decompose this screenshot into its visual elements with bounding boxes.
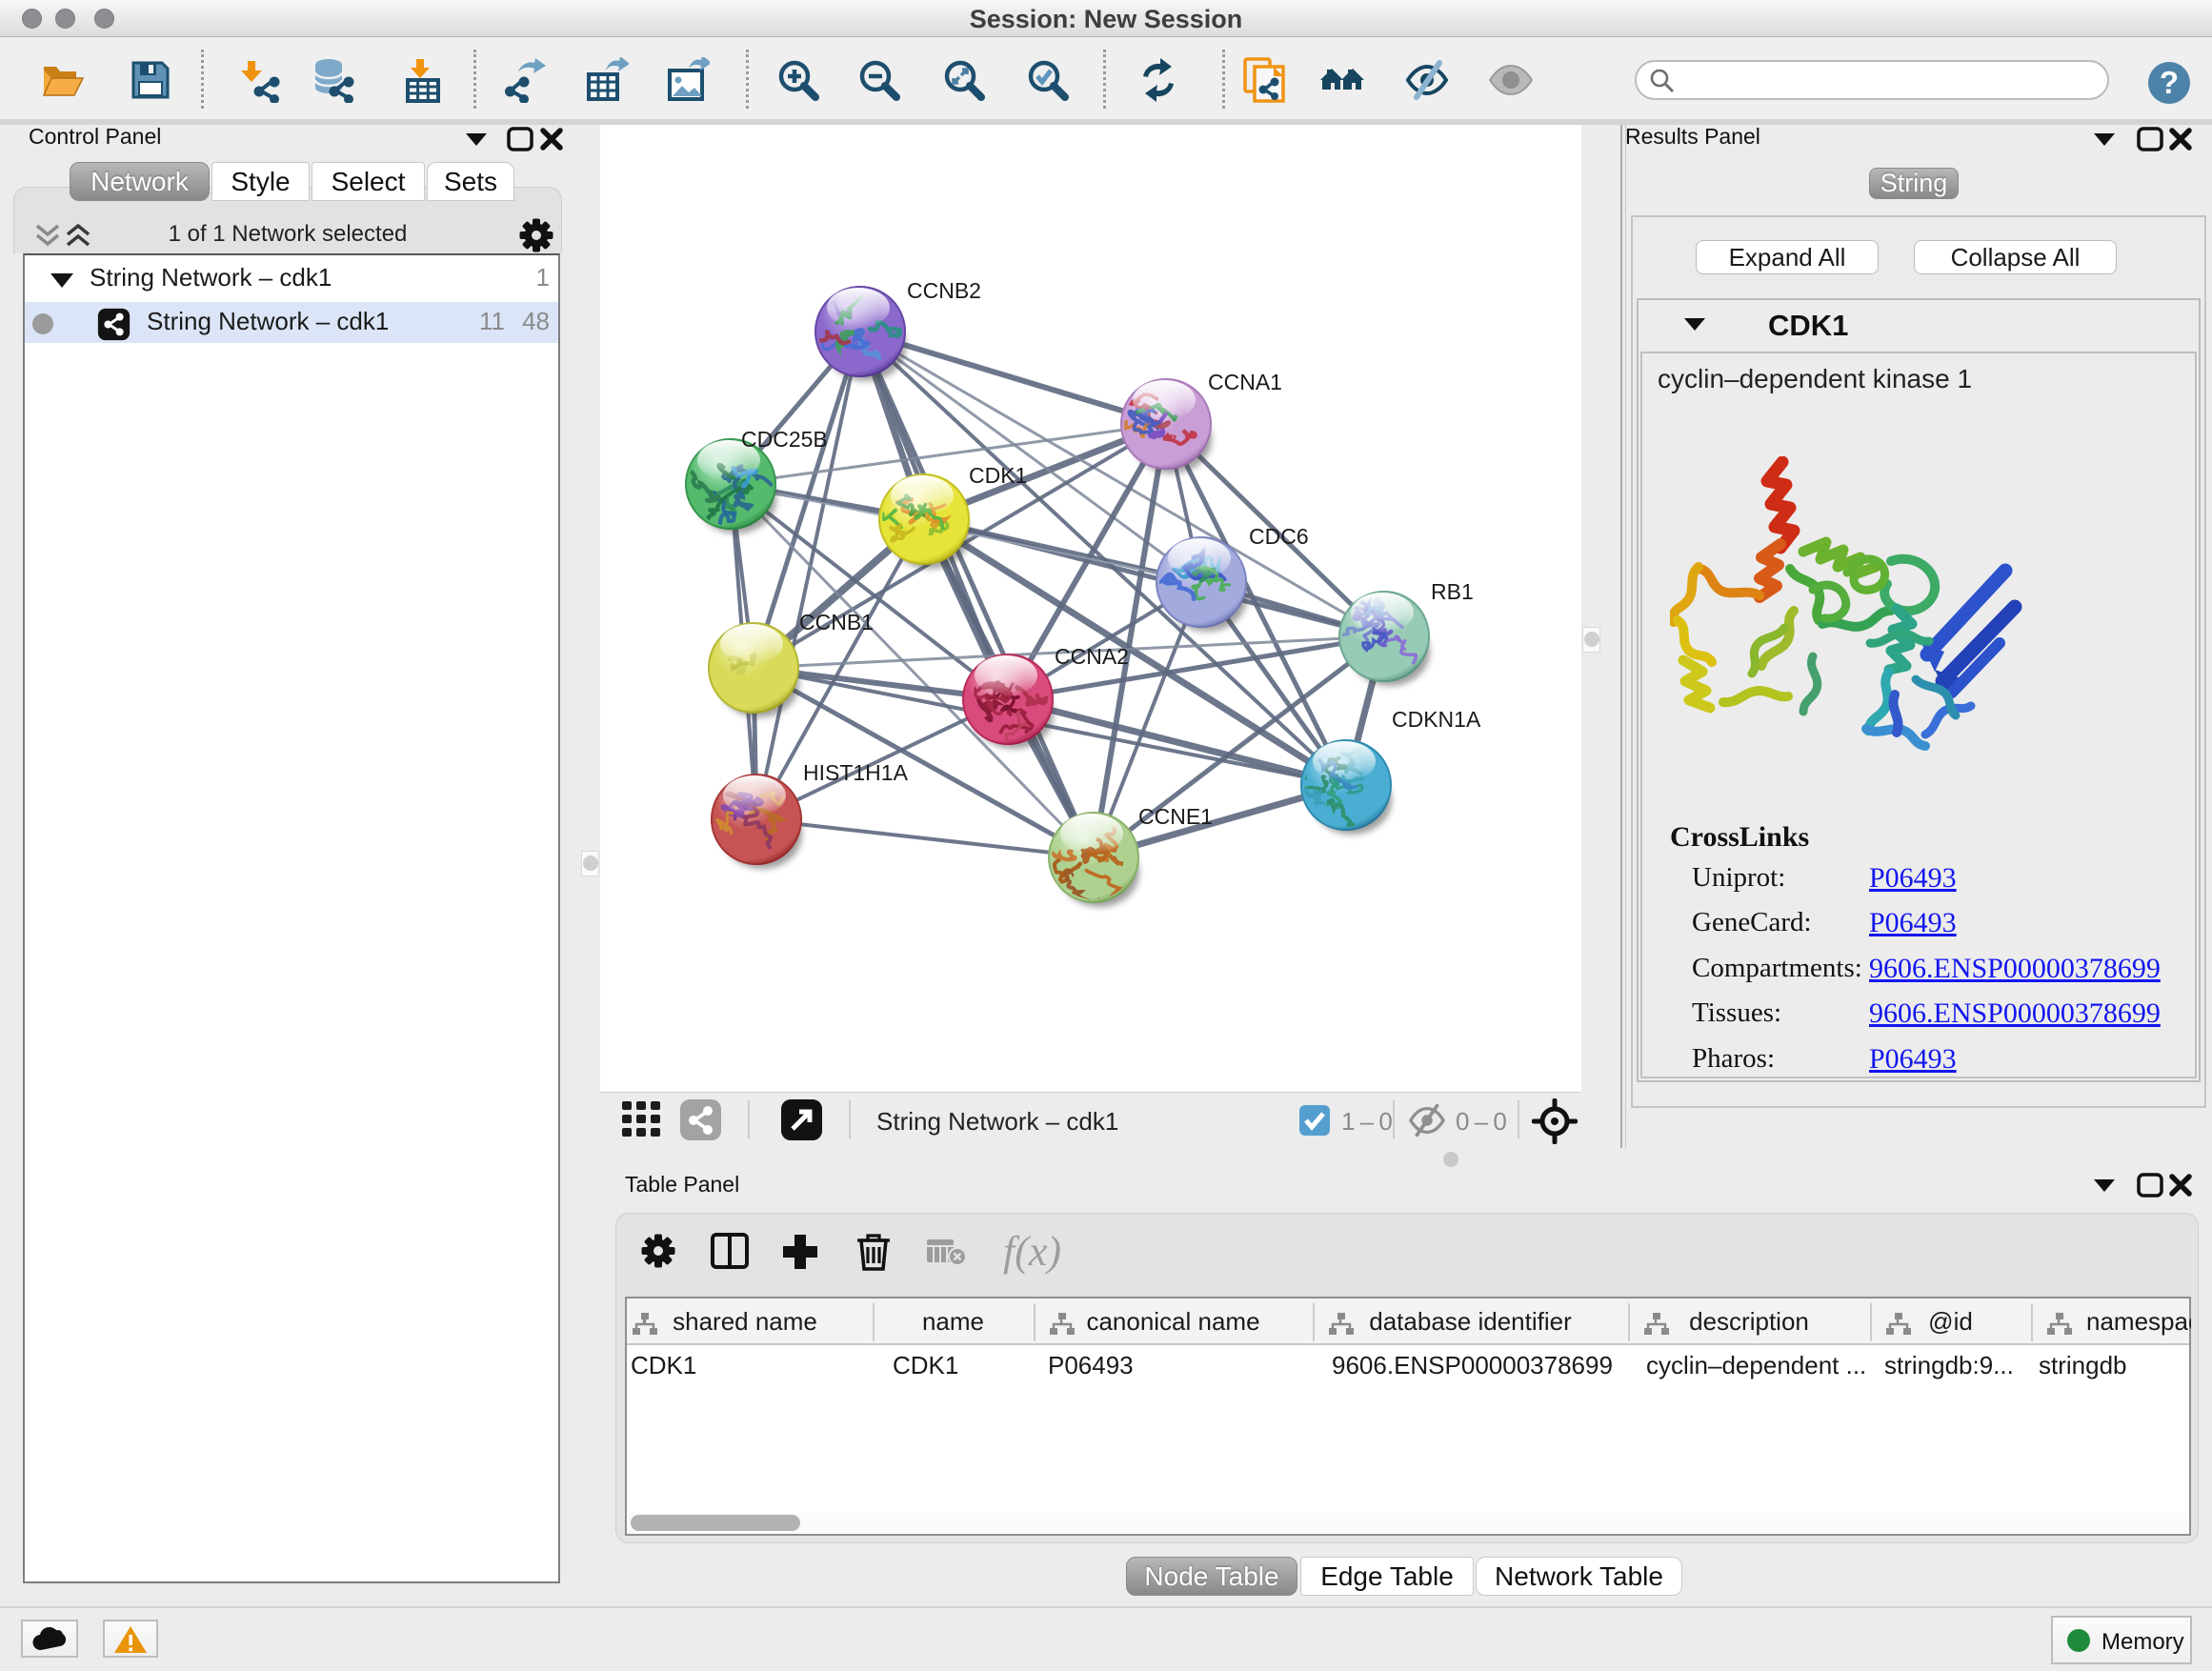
svg-text:CCNA1: CCNA1 bbox=[1208, 370, 1282, 394]
svg-text:CDKN1A: CDKN1A bbox=[1392, 707, 1481, 732]
svg-text:CCNB1: CCNB1 bbox=[799, 610, 874, 634]
svg-text:HIST1H1A: HIST1H1A bbox=[803, 760, 909, 785]
svg-text:CCNA2: CCNA2 bbox=[1055, 644, 1129, 669]
svg-text:CCNE1: CCNE1 bbox=[1138, 804, 1213, 829]
svg-text:CDC25B: CDC25B bbox=[741, 427, 828, 452]
svg-text:CCNB2: CCNB2 bbox=[907, 278, 981, 303]
svg-text:CDK1: CDK1 bbox=[969, 463, 1027, 488]
svg-text:CDC6: CDC6 bbox=[1249, 524, 1309, 549]
svg-text:RB1: RB1 bbox=[1431, 579, 1474, 604]
